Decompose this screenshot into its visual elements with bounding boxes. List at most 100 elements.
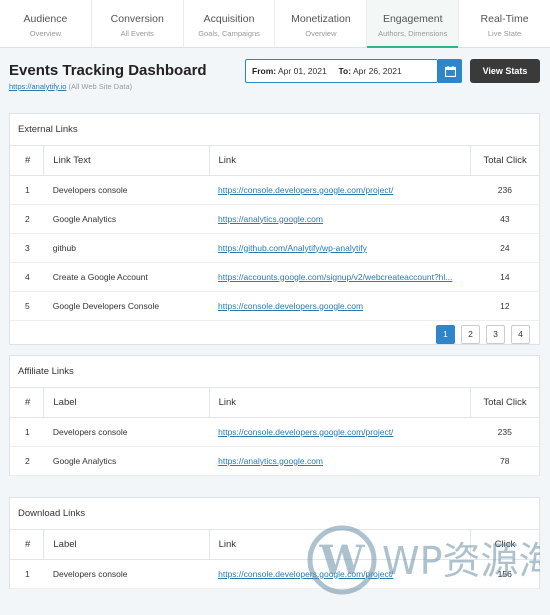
site-note: (All Web Site Data) — [68, 82, 133, 91]
link-label: Developers console — [43, 417, 210, 447]
card-title: Download Links — [10, 498, 539, 530]
tab-title: Engagement — [382, 13, 443, 25]
col-header[interactable]: Link — [209, 146, 472, 176]
view-stats-button[interactable]: View Stats — [470, 59, 540, 83]
external-links-card: External Links # Link Text Link Total Cl… — [9, 113, 540, 345]
link-text: github — [43, 233, 210, 263]
link-text: Create a Google Account — [43, 262, 210, 292]
external-links-table: # Link Text Link Total Click 1 Developers… — [10, 146, 539, 321]
table-header-row: # Label Link Total Click — [10, 388, 539, 418]
link-url[interactable]: https://github.com/Analytify/wp-analytif… — [218, 243, 367, 253]
table-header-row: # Link Text Link Total Click — [10, 146, 539, 176]
click-count: 78 — [470, 446, 539, 476]
tab-engagement[interactable]: Engagement Authors, Dimensions — [367, 0, 460, 48]
table-row: 3 github https://github.com/Analytify/wp-a… — [10, 233, 539, 263]
row-number: 5 — [10, 291, 44, 321]
tab-subtitle: Overview — [305, 29, 337, 38]
link-url[interactable]: https://console.developers.google.com/pr… — [218, 427, 393, 437]
col-header[interactable]: Click — [470, 530, 539, 560]
tab-subtitle: All Events — [120, 29, 154, 38]
row-number: 1 — [10, 175, 44, 205]
click-count: 12 — [470, 291, 539, 321]
click-count: 43 — [470, 204, 539, 234]
link-url[interactable]: https://console.developers.google.com/pr… — [218, 569, 393, 579]
tab-real-time[interactable]: Real-Time Live State — [459, 0, 550, 47]
date-range-field[interactable]: From: Apr 01, 2021 To: Apr 26, 2021 — [245, 59, 438, 83]
col-header[interactable]: Link — [209, 530, 471, 560]
page-button[interactable]: 1 — [436, 324, 455, 344]
col-header[interactable]: Link Text — [43, 146, 210, 176]
card-title: Affiliate Links — [10, 356, 539, 388]
table-row: 1 Developers console https://console.devel… — [10, 417, 539, 447]
table-header-row: # Label Link Click — [10, 530, 539, 560]
to-label: To: — [338, 66, 352, 76]
table-row: 4 Create a Google Account https://accounts… — [10, 262, 539, 292]
affiliate-links-card: Affiliate Links # Label Link Total Click… — [9, 355, 540, 476]
col-header: # — [10, 146, 45, 176]
col-header[interactable]: Label — [43, 388, 210, 418]
top-tabs: Audience Overview Conversion All Events Ac… — [0, 0, 550, 48]
tab-title: Monetization — [291, 13, 351, 25]
tab-subtitle: Overview — [29, 29, 62, 38]
link-url[interactable]: https://console.developers.google.com/pr… — [218, 185, 393, 195]
row-number: 1 — [10, 417, 44, 447]
tab-subtitle: Goals, Campaigns — [198, 29, 260, 38]
col-header[interactable]: Link — [209, 388, 471, 418]
tab-monetization[interactable]: Monetization Overview — [275, 0, 368, 47]
col-header[interactable]: Total Click — [470, 388, 539, 418]
page-button[interactable]: 4 — [511, 324, 530, 344]
table-row: 1 Developers console https://console.devel… — [10, 175, 539, 205]
link-label: Google Analytics — [43, 446, 210, 476]
link-text: Google Analytics — [43, 204, 210, 234]
download-links-table: # Label Link Click 1 Developers console ht… — [10, 530, 539, 589]
affiliate-links-table: # Label Link Total Click 1 Developers con… — [10, 388, 539, 476]
table-row: 5 Google Developers Console https://consol… — [10, 291, 539, 321]
calendar-button[interactable] — [438, 59, 462, 83]
tab-title: Conversion — [110, 13, 164, 25]
col-header: # — [10, 530, 45, 560]
page-title: Events Tracking Dashboard — [9, 62, 207, 79]
site-link[interactable]: https://analytify.io — [9, 82, 66, 91]
from-label: From: — [252, 66, 277, 76]
tab-title: Acquisition — [203, 13, 255, 25]
tab-conversion[interactable]: Conversion All Events — [92, 0, 184, 47]
col-header: # — [10, 388, 45, 418]
row-number: 1 — [10, 559, 44, 589]
table-row: 1 Developers console https://console.devel… — [10, 559, 539, 589]
table-row: 2 Google Analytics https://analytics.googl… — [10, 204, 539, 234]
from-value: Apr 01, 2021 — [278, 66, 327, 76]
col-header[interactable]: Label — [43, 530, 210, 560]
tab-audience[interactable]: Audience Overview — [0, 0, 92, 47]
download-links-card: Download Links # Label Link Click 1 Devel… — [9, 497, 540, 589]
to-value: Apr 26, 2021 — [353, 66, 402, 76]
link-url[interactable]: https://accounts.google.com/signup/v2/we… — [218, 272, 452, 282]
tab-title: Real-Time — [480, 13, 529, 25]
card-title: External Links — [10, 114, 539, 146]
click-count: 14 — [470, 262, 539, 292]
link-label: Developers console — [43, 559, 210, 589]
link-url[interactable]: https://analytics.google.com — [218, 456, 323, 466]
col-header[interactable]: Total Click — [470, 146, 539, 176]
click-count: 236 — [470, 175, 539, 205]
row-number: 4 — [10, 262, 44, 292]
link-text: Google Developers Console — [43, 291, 210, 321]
page-button[interactable]: 3 — [486, 324, 505, 344]
tab-subtitle: Authors, Dimensions — [378, 29, 448, 38]
table-row: 2 Google Analytics https://analytics.googl… — [10, 446, 539, 476]
tab-acquisition[interactable]: Acquisition Goals, Campaigns — [184, 0, 276, 47]
link-text: Developers console — [43, 175, 210, 205]
row-number: 2 — [10, 446, 44, 476]
calendar-icon — [444, 65, 456, 77]
pagination: 1 2 3 4 — [10, 321, 539, 349]
click-count: 235 — [470, 417, 539, 447]
click-count: 156 — [470, 559, 539, 589]
page-body: Events Tracking Dashboard https://analyt… — [0, 48, 550, 615]
tab-subtitle: Live State — [487, 29, 522, 38]
site-info: https://analytify.io (All Web Site Data) — [9, 82, 132, 91]
tab-title: Audience — [23, 13, 68, 25]
page-button[interactable]: 2 — [461, 324, 480, 344]
link-url[interactable]: https://console.developers.google.com — [218, 301, 363, 311]
row-number: 3 — [10, 233, 44, 263]
row-number: 2 — [10, 204, 44, 234]
link-url[interactable]: https://analytics.google.com — [218, 214, 323, 224]
